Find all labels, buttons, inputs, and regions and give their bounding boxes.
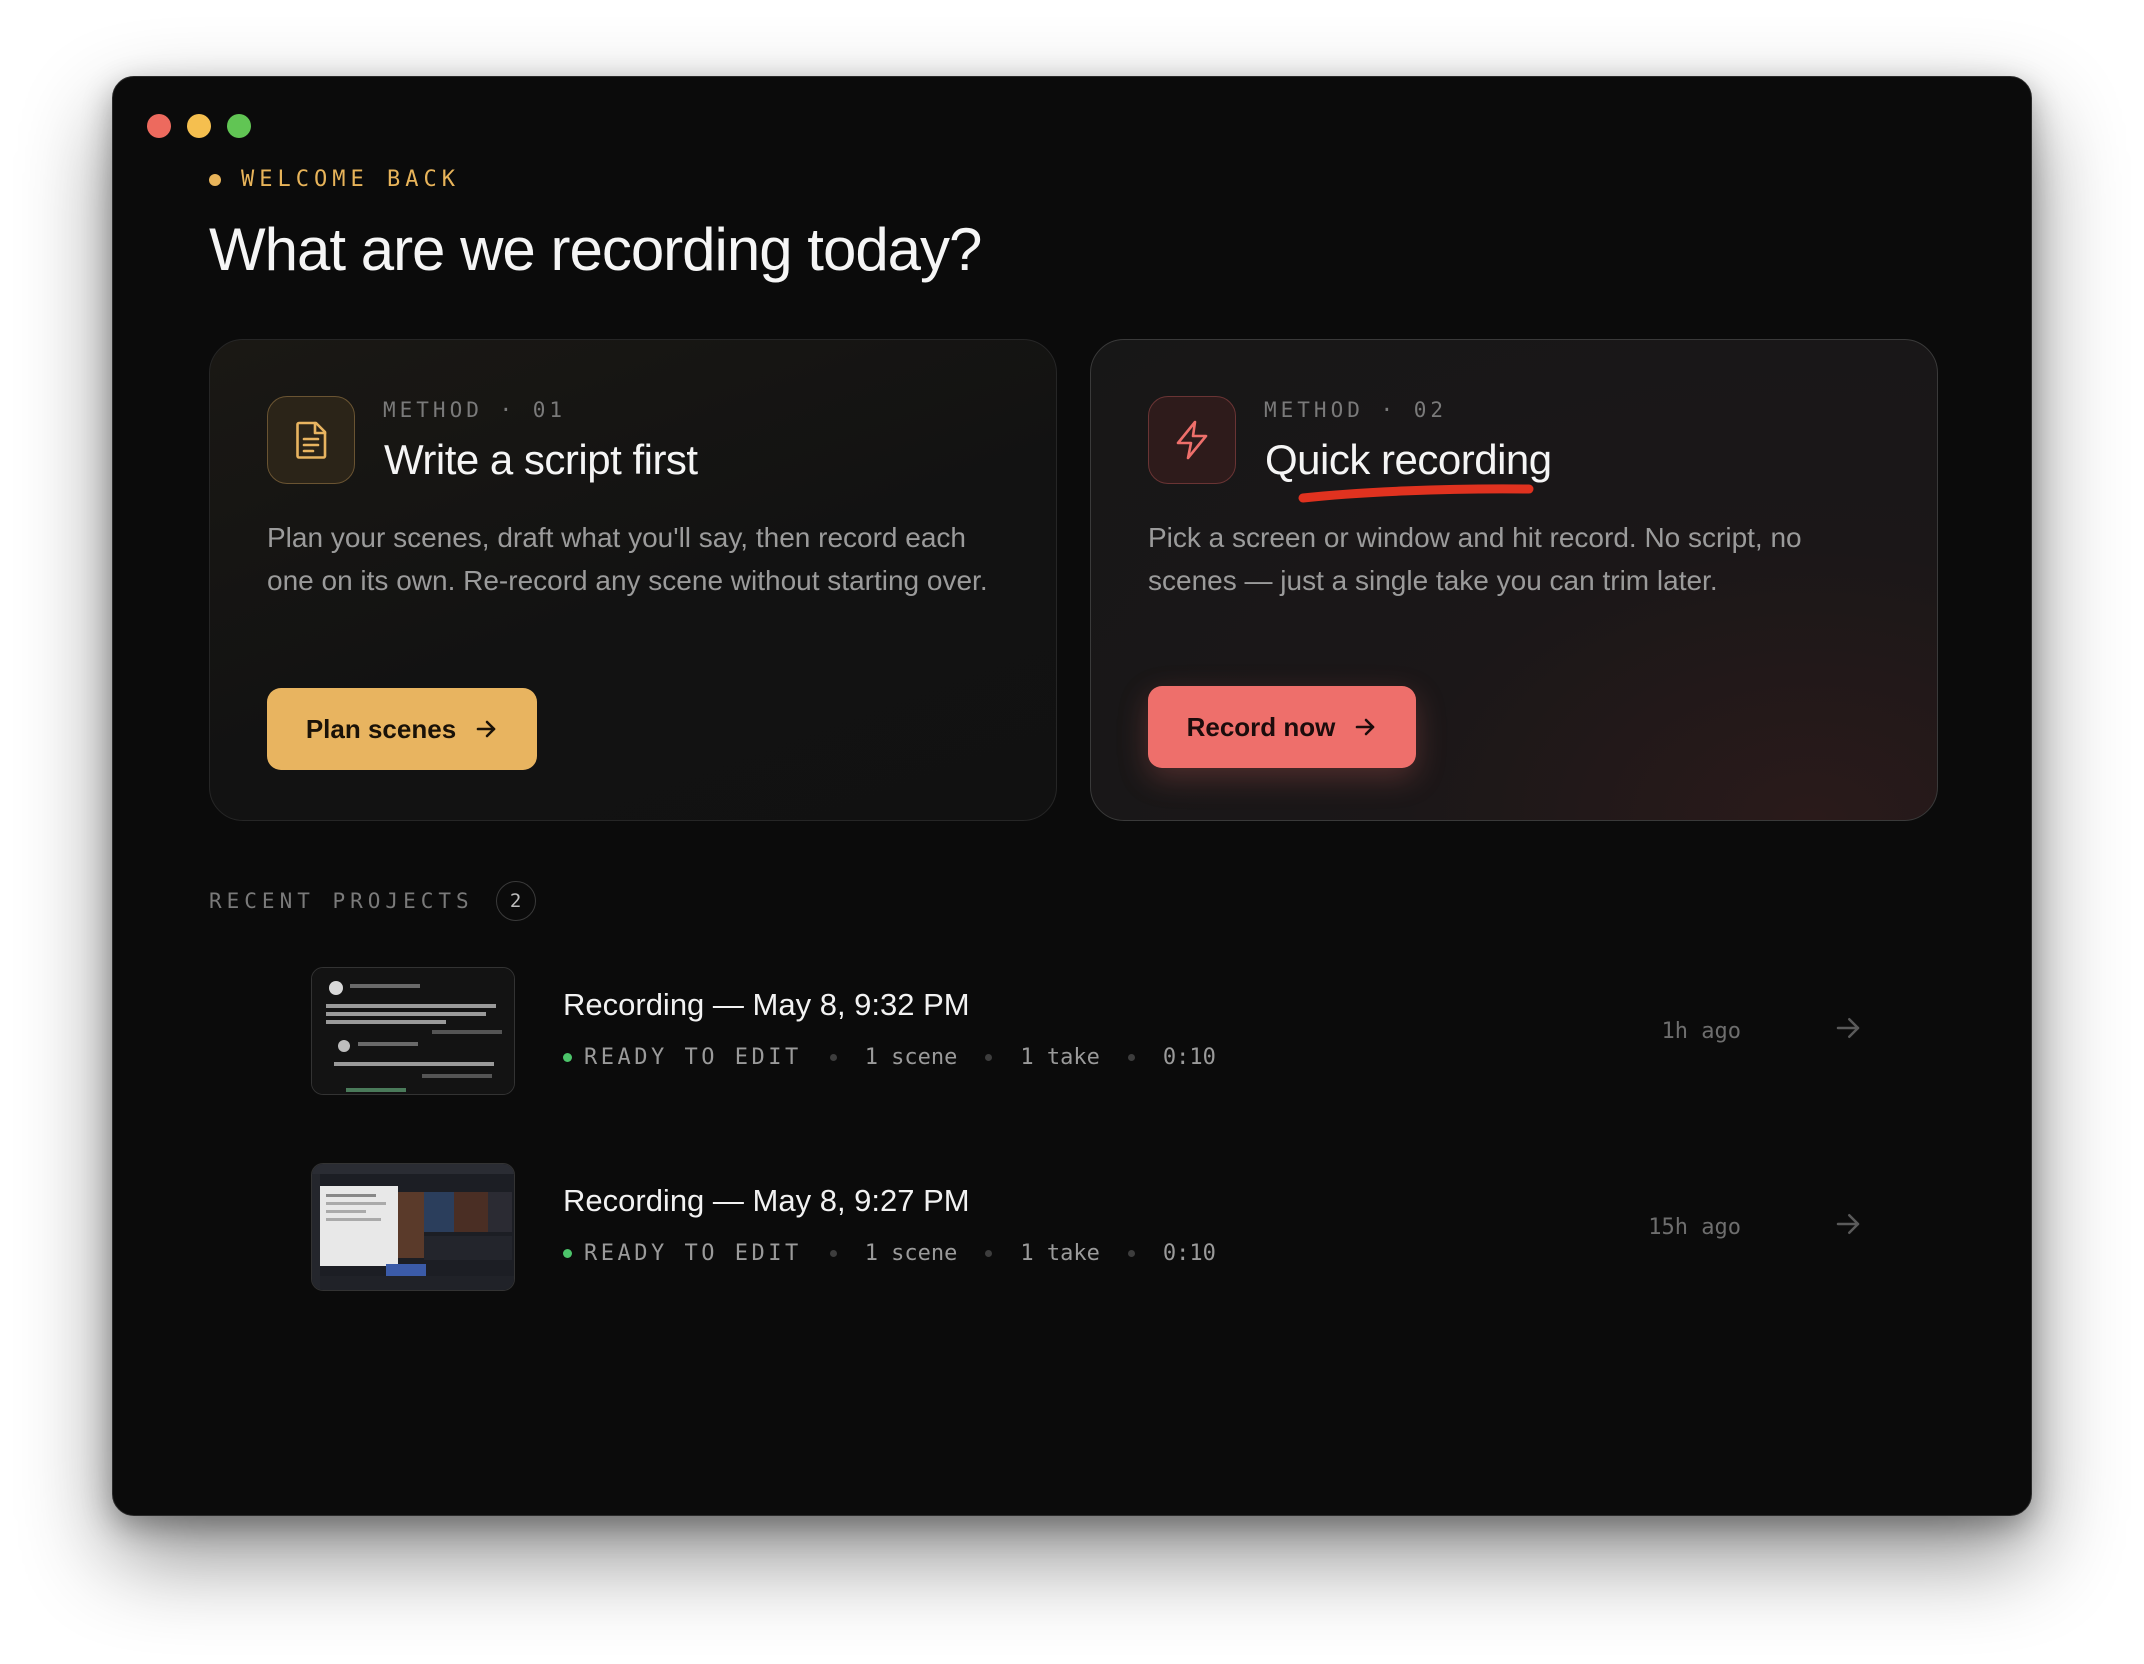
- plan-scenes-label: Plan scenes: [305, 713, 457, 744]
- method-label: METHOD · 02: [1264, 398, 1448, 422]
- method-card-quick: METHOD · 02 Quick recording Pick a scree…: [1090, 339, 1938, 821]
- method-description: Plan your scenes, draft what you'll say,…: [267, 522, 988, 596]
- project-duration: 0:10: [1162, 1241, 1216, 1266]
- document-icon: [267, 396, 355, 484]
- project-scenes: 1 scene: [864, 1045, 958, 1070]
- project-scenes: 1 scene: [864, 1241, 958, 1266]
- eyebrow-text: WELCOME BACK: [241, 167, 460, 192]
- meta-separator: [985, 1250, 993, 1257]
- recent-projects-label: RECENT PROJECTS: [209, 889, 474, 913]
- title-underline: [1298, 484, 1534, 503]
- project-row[interactable]: Recording — May 8, 9:27 PM READY TO EDIT…: [311, 1163, 1961, 1293]
- eyebrow-dot: [209, 173, 221, 186]
- meta-separator: [1127, 1054, 1135, 1061]
- recent-projects-header: RECENT PROJECTS 2: [209, 881, 536, 921]
- method-card-script: METHOD · 01 Write a script first Plan yo…: [209, 339, 1057, 821]
- open-project-arrow-icon[interactable]: [1833, 1209, 1863, 1239]
- window-controls: [147, 114, 251, 138]
- status-dot: [563, 1249, 572, 1258]
- project-meta: READY TO EDIT 1 scene 1 take 0:10: [563, 1241, 1216, 1266]
- method-title: Quick recording: [1265, 436, 1552, 483]
- arrow-right-icon: [476, 720, 496, 738]
- record-now-button[interactable]: Record now: [1148, 686, 1416, 768]
- zoom-window-button[interactable]: [227, 114, 251, 138]
- project-status: READY TO EDIT: [584, 1241, 802, 1266]
- meta-separator: [1127, 1250, 1135, 1257]
- project-thumbnail: [311, 1163, 515, 1291]
- project-age: 1h ago: [1661, 1019, 1741, 1044]
- open-project-arrow-icon[interactable]: [1833, 1013, 1863, 1043]
- lightning-icon: [1148, 396, 1236, 484]
- project-takes: 1 take: [1020, 1045, 1100, 1070]
- project-takes: 1 take: [1020, 1241, 1100, 1266]
- project-thumbnail: [311, 967, 515, 1095]
- method-description: Pick a screen or window and hit record. …: [1148, 522, 1802, 596]
- project-title: Recording — May 8, 9:32 PM: [563, 987, 970, 1022]
- page-title: What are we recording today?: [209, 216, 982, 283]
- project-status: READY TO EDIT: [584, 1045, 802, 1070]
- meta-separator: [829, 1054, 837, 1061]
- method-label: METHOD · 01: [383, 398, 567, 422]
- welcome-eyebrow: WELCOME BACK: [209, 167, 460, 192]
- app-window: WELCOME BACK What are we recording today…: [112, 76, 2032, 1516]
- project-duration: 0:10: [1162, 1045, 1216, 1070]
- project-meta: READY TO EDIT 1 scene 1 take 0:10: [563, 1045, 1216, 1070]
- meta-separator: [829, 1250, 837, 1257]
- recent-projects-count: 2: [495, 881, 536, 921]
- status-dot: [563, 1053, 572, 1062]
- close-window-button[interactable]: [147, 114, 171, 138]
- record-now-label: Record now: [1186, 711, 1336, 742]
- arrow-right-icon: [1356, 718, 1375, 736]
- project-age: 15h ago: [1648, 1215, 1741, 1240]
- plan-scenes-button[interactable]: Plan scenes: [267, 688, 537, 770]
- project-title: Recording — May 8, 9:27 PM: [563, 1183, 970, 1218]
- meta-separator: [985, 1054, 993, 1061]
- project-row[interactable]: Recording — May 8, 9:32 PM READY TO EDIT…: [311, 967, 1961, 1097]
- minimize-window-button[interactable]: [187, 114, 211, 138]
- method-title: Write a script first: [384, 436, 698, 483]
